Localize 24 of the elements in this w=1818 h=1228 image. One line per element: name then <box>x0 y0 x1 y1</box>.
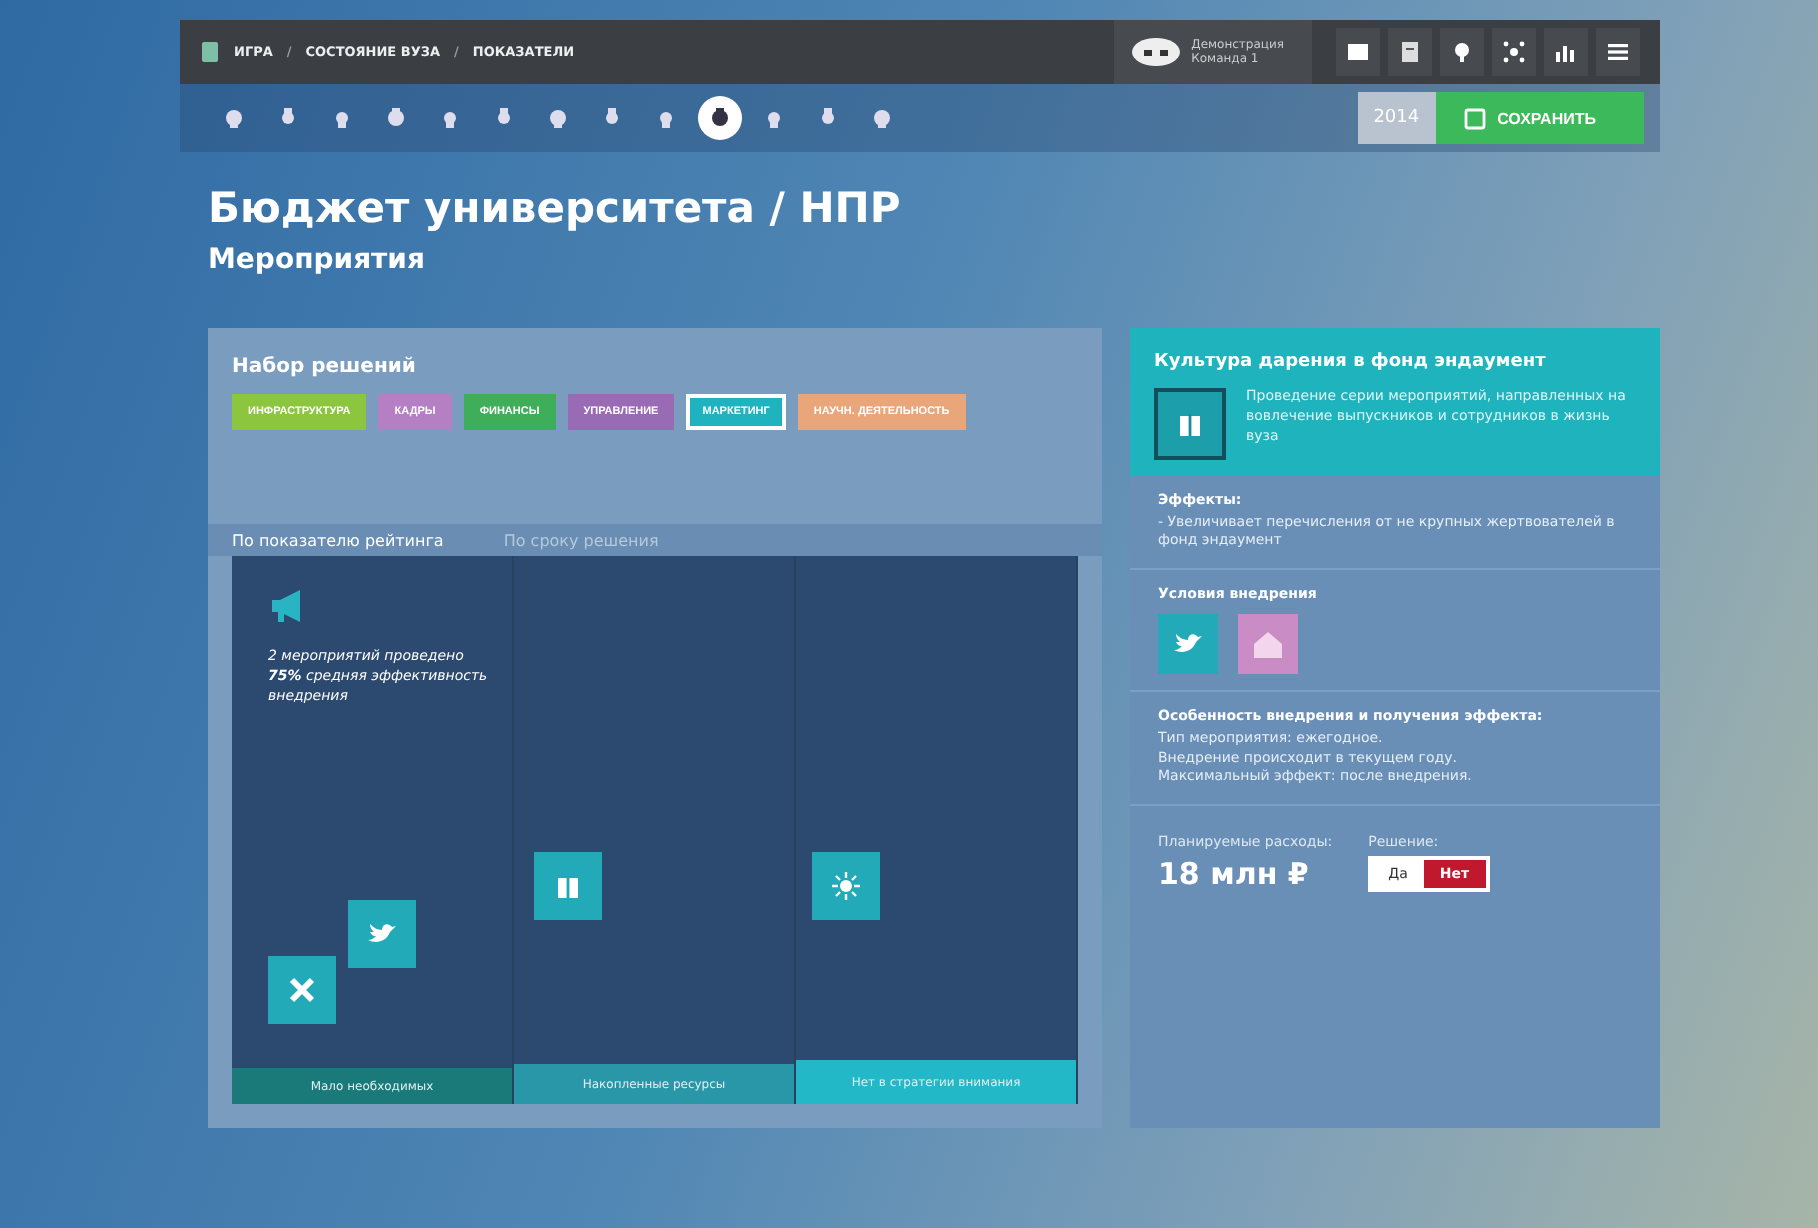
page-subtitle: Мероприятия <box>208 244 427 276</box>
year-field[interactable]: 2014 <box>1357 92 1436 144</box>
cost-value: 18 млн ₽ <box>1158 856 1311 893</box>
chart-icon[interactable] <box>1544 28 1588 76</box>
decision-title: Культура дарения в фонд эндаумент <box>1154 352 1548 372</box>
avatar-icon[interactable] <box>1129 36 1182 68</box>
folder-icon[interactable] <box>1336 28 1380 76</box>
section-heading: Набор решений <box>232 356 418 378</box>
sun-icon[interactable] <box>812 852 880 920</box>
save-icon <box>1463 107 1486 129</box>
book-icon[interactable] <box>200 40 220 64</box>
bulb-icon[interactable] <box>1440 28 1484 76</box>
save-button[interactable]: СОХРАНИТЬ <box>1435 92 1644 144</box>
house-icon <box>1238 613 1298 674</box>
network-icon[interactable] <box>1492 28 1536 76</box>
page-title: Бюджет университета / НПР <box>208 184 903 232</box>
document-icon[interactable] <box>1388 28 1432 76</box>
cross-icon[interactable] <box>268 956 336 1024</box>
bird-icon <box>1158 613 1218 674</box>
bird-icon[interactable] <box>348 900 416 968</box>
menu-icon[interactable] <box>1596 28 1640 76</box>
view-tab[interactable]: По сроку решения <box>503 532 659 556</box>
view-tab[interactable]: По показателю рейтинга <box>232 532 444 556</box>
toolbar-icon[interactable] <box>698 96 742 140</box>
